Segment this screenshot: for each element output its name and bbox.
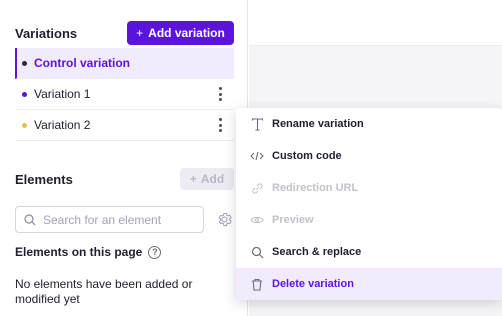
help-icon[interactable]: ? bbox=[148, 245, 162, 259]
menu-item-label: Redirection URL bbox=[272, 182, 359, 194]
menu-item-label: Rename variation bbox=[272, 118, 364, 130]
menu-item-label: Custom code bbox=[272, 150, 342, 162]
element-search-field[interactable] bbox=[15, 206, 204, 233]
kebab-menu-icon[interactable] bbox=[218, 87, 222, 101]
menu-item-search-replace[interactable]: Search & replace bbox=[236, 236, 502, 268]
search-icon bbox=[24, 213, 36, 225]
elements-on-page-title: Elements on this page ? bbox=[15, 245, 162, 259]
menu-item-label: Search & replace bbox=[272, 246, 362, 258]
menu-item-label: Delete variation bbox=[272, 278, 354, 290]
variation-label: Variation 2 bbox=[34, 118, 91, 132]
variation-label: Control variation bbox=[34, 56, 131, 70]
menu-item-redirection-url: Redirection URL bbox=[236, 172, 502, 204]
variation-label: Variation 1 bbox=[34, 87, 91, 101]
gear-icon[interactable] bbox=[216, 211, 233, 228]
kebab-menu-icon[interactable] bbox=[218, 118, 222, 132]
variation-row-control[interactable]: Control variation bbox=[15, 48, 234, 79]
search-icon bbox=[250, 245, 264, 259]
search-input[interactable] bbox=[43, 212, 193, 227]
eye-icon bbox=[250, 213, 264, 227]
menu-item-preview: Preview bbox=[236, 204, 502, 236]
variation-row-2[interactable]: Variation 2 bbox=[15, 110, 234, 141]
empty-state-text: No elements have been added or modified … bbox=[15, 277, 193, 306]
menu-item-rename-variation[interactable]: Rename variation bbox=[236, 108, 502, 140]
menu-item-custom-code[interactable]: Custom code bbox=[236, 140, 502, 172]
menu-item-label: Preview bbox=[272, 214, 314, 226]
canvas-top-bar bbox=[249, 0, 502, 46]
add-element-button[interactable]: + Add bbox=[180, 168, 234, 190]
elements-on-page-label: Elements on this page bbox=[15, 245, 143, 259]
variations-title: Variations bbox=[15, 26, 78, 41]
link-icon bbox=[250, 181, 264, 195]
code-icon bbox=[250, 149, 264, 163]
variation-context-menu: Rename variation Custom code Redirection… bbox=[236, 108, 502, 300]
add-element-label: Add bbox=[200, 172, 225, 186]
plus-icon: + bbox=[136, 26, 144, 40]
left-panel: Variations + Add variation Control varia… bbox=[0, 0, 248, 316]
plus-icon: + bbox=[189, 172, 197, 186]
elements-title: Elements bbox=[15, 172, 73, 187]
add-variation-button[interactable]: + Add variation bbox=[127, 21, 234, 45]
menu-item-delete-variation[interactable]: Delete variation bbox=[236, 268, 502, 300]
variation-dot-icon bbox=[22, 122, 27, 128]
text-icon bbox=[250, 117, 264, 131]
trash-icon bbox=[250, 277, 264, 291]
variation-dot-icon bbox=[22, 60, 27, 66]
variation-dot-icon bbox=[22, 91, 27, 97]
variation-row-1[interactable]: Variation 1 bbox=[15, 79, 234, 110]
add-variation-label: Add variation bbox=[148, 26, 225, 40]
